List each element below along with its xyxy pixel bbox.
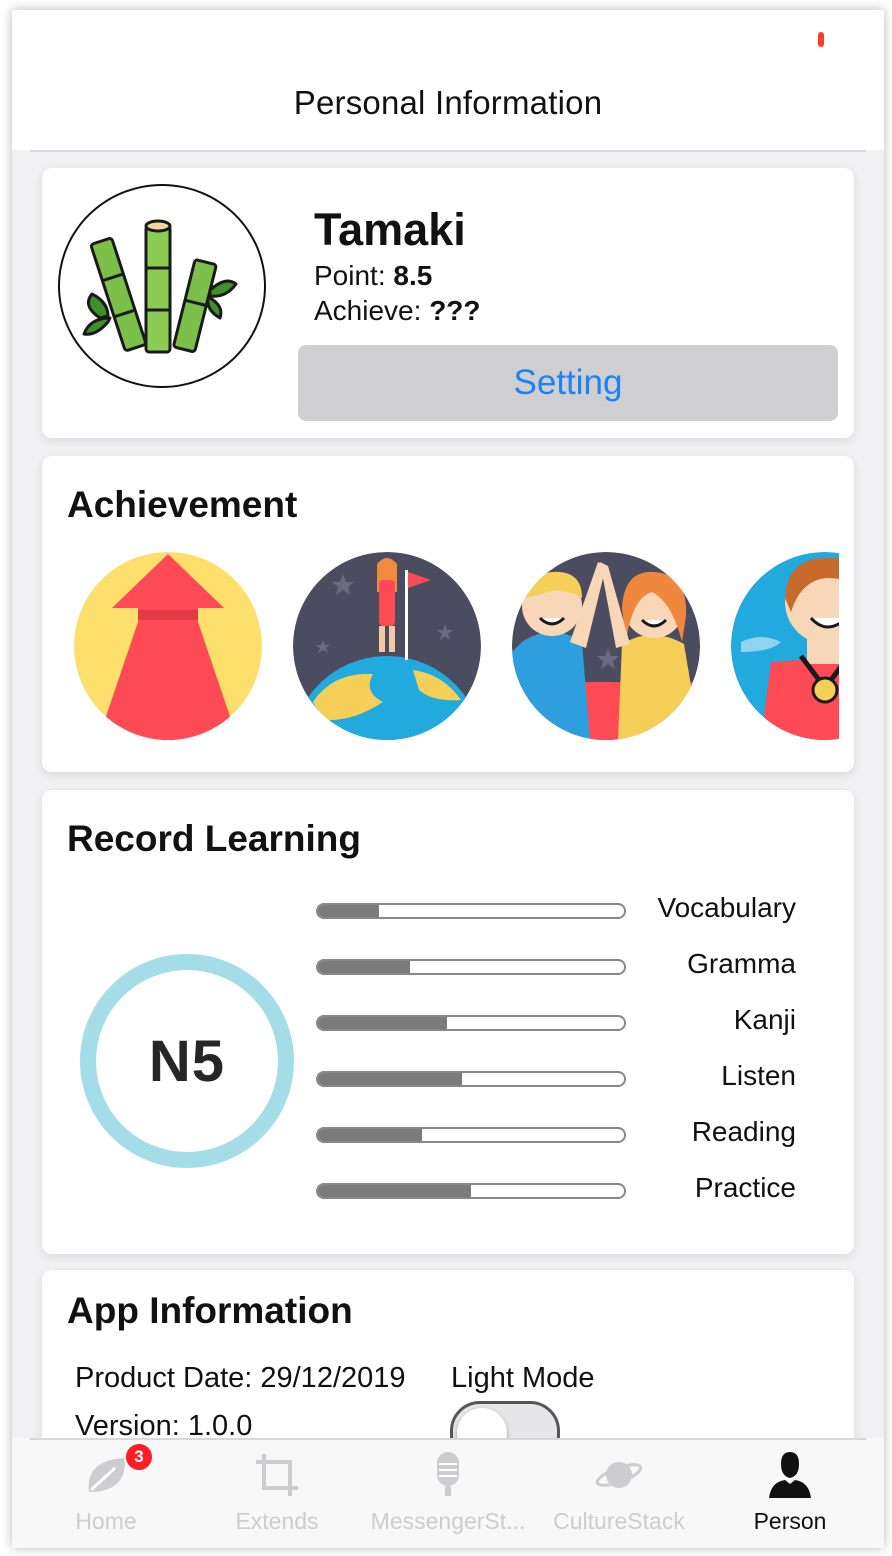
level-label: N5 <box>148 1028 226 1094</box>
microphone-icon <box>437 1452 459 1496</box>
navigation-bar: Personal Information <box>12 10 884 150</box>
skill-progress-fill <box>318 1185 471 1197</box>
skill-label: Reading <box>691 1116 796 1147</box>
achieve-label: Achieve: <box>314 295 422 326</box>
skill-label: Gramma <box>687 948 796 979</box>
level-ring: N5 <box>80 954 294 1168</box>
skill-progress-fill <box>318 1017 447 1029</box>
skill-progress-fill <box>318 905 380 917</box>
skill-row: Listen <box>316 1060 796 1094</box>
crop-icon <box>256 1454 298 1496</box>
tab-culturestack[interactable]: CultureStack <box>533 1438 705 1548</box>
tab-label-home: Home <box>75 1508 137 1534</box>
page-title: Personal Information <box>293 84 603 121</box>
achieve-line: Achieve: ??? <box>314 295 481 327</box>
skill-label: Listen <box>721 1060 796 1091</box>
app-information-title: App Information <box>67 1290 353 1331</box>
light-mode-label: Light Mode <box>451 1362 595 1394</box>
achieve-value: ??? <box>429 295 481 326</box>
skill-label: Practice <box>694 1172 796 1203</box>
point-label: Point: <box>314 260 386 291</box>
skill-progress-fill <box>318 1073 462 1085</box>
app-window: Personal Information Tamaki Point: 8.5 A… <box>12 10 884 1548</box>
tab-extends[interactable]: Extends <box>191 1438 363 1548</box>
tab-label-extends: Extends <box>235 1508 319 1534</box>
light-mode-toggle[interactable] <box>450 1401 560 1438</box>
point-line: Point: 8.5 <box>314 260 432 292</box>
tab-bar: 3 Home Extends MessengerSt... CultureSta… <box>12 1438 884 1548</box>
achievement-card: Achievement <box>42 456 854 772</box>
skill-label: Vocabulary <box>657 892 796 923</box>
tab-home[interactable]: 3 Home <box>20 1438 192 1548</box>
product-date: Product Date: 29/12/2019 <box>75 1362 406 1394</box>
skill-label: Kanji <box>733 1004 796 1035</box>
skill-progress-bar <box>316 1071 626 1087</box>
profile-card: Tamaki Point: 8.5 Achieve: ??? Setting <box>42 168 854 438</box>
flag-on-globe-badge[interactable] <box>293 552 481 740</box>
avatar[interactable] <box>58 184 266 388</box>
skill-row: Reading <box>316 1116 796 1150</box>
notification-badge: 3 <box>124 1442 154 1472</box>
app-information-card: App Information Product Date: 29/12/2019… <box>42 1270 854 1438</box>
tab-label-person: Person <box>753 1508 827 1534</box>
skill-row: Gramma <box>316 948 796 982</box>
record-learning-card: Record Learning N5 Vocabulary Gramma Kanji… <box>42 790 854 1254</box>
tab-label-culturestack: CultureStack <box>553 1508 685 1534</box>
setting-button[interactable]: Setting <box>298 345 838 421</box>
skill-progress-fill <box>318 961 410 973</box>
tab-person[interactable]: Person <box>704 1438 876 1548</box>
high-five-badge[interactable] <box>512 552 700 740</box>
person-icon <box>769 1452 811 1498</box>
tab-messengerstack[interactable]: MessengerSt... <box>362 1438 534 1548</box>
bamboo-icon <box>82 219 238 354</box>
skill-progress-bar <box>316 1183 626 1199</box>
skill-row: Kanji <box>316 1004 796 1038</box>
record-learning-title: Record Learning <box>67 818 361 859</box>
point-value: 8.5 <box>393 260 433 291</box>
version-text: Version: 1.0.0 <box>75 1410 253 1438</box>
arrow-up-badge[interactable] <box>74 552 262 740</box>
tab-label-messengerstack: MessengerSt... <box>370 1508 526 1534</box>
skill-row: Vocabulary <box>316 892 796 926</box>
scroll-content[interactable]: Tamaki Point: 8.5 Achieve: ??? Setting A… <box>12 152 884 1438</box>
achievement-badges[interactable] <box>72 552 839 742</box>
recording-indicator <box>818 32 824 47</box>
skill-progress-bar <box>316 1015 626 1031</box>
medal-winner-badge[interactable] <box>731 552 839 740</box>
skill-progress-bar <box>316 959 626 975</box>
planet-icon <box>595 1462 643 1488</box>
achievement-title: Achievement <box>67 484 298 525</box>
skill-progress-bar <box>316 903 626 919</box>
user-name: Tamaki <box>314 204 466 255</box>
skill-progress-fill <box>318 1129 423 1141</box>
toggle-knob <box>457 1408 507 1438</box>
skill-row: Practice <box>316 1172 796 1206</box>
skill-progress-bar <box>316 1127 626 1143</box>
